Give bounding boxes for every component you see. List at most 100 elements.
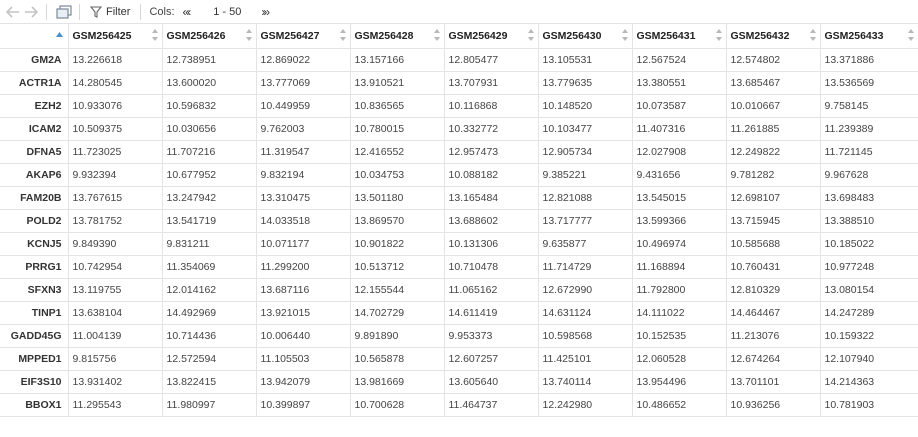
table-cell[interactable]: 10.006440 (256, 324, 351, 348)
table-cell[interactable]: 10.103477 (538, 117, 633, 141)
table-cell[interactable]: 10.513712 (350, 255, 445, 279)
table-cell[interactable]: 10.399897 (256, 393, 351, 417)
table-cell[interactable]: 12.574802 (726, 48, 821, 72)
table-cell[interactable]: 11.980997 (162, 393, 257, 417)
column-header[interactable]: GSM256430 (538, 24, 633, 49)
table-cell[interactable]: 9.758145 (820, 94, 918, 118)
table-cell[interactable]: 12.869022 (256, 48, 351, 72)
table-cell[interactable]: 13.310475 (256, 186, 351, 210)
filter-button[interactable]: Filter (86, 3, 134, 21)
table-cell[interactable]: 10.700628 (350, 393, 445, 417)
table-cell[interactable]: 10.901822 (350, 232, 445, 256)
column-header[interactable]: GSM256426 (162, 24, 257, 49)
column-header[interactable]: GSM256431 (632, 24, 727, 49)
sort-toggle-icon[interactable] (527, 29, 534, 41)
table-cell[interactable]: 10.148520 (538, 94, 633, 118)
table-cell[interactable]: 10.742954 (68, 255, 163, 279)
table-cell[interactable]: 13.600020 (162, 71, 257, 95)
table-cell[interactable]: 10.131306 (444, 232, 539, 256)
table-cell[interactable]: 9.815756 (68, 347, 163, 371)
table-cell[interactable]: 9.832194 (256, 163, 351, 187)
table-cell[interactable]: 11.299200 (256, 255, 351, 279)
table-cell[interactable]: 13.105531 (538, 48, 633, 72)
table-cell[interactable]: 10.010667 (726, 94, 821, 118)
table-cell[interactable]: 12.014162 (162, 278, 257, 302)
table-cell[interactable]: 10.071177 (256, 232, 351, 256)
table-cell[interactable]: 9.891890 (350, 324, 445, 348)
table-cell[interactable]: 12.810329 (726, 278, 821, 302)
forward-arrow-icon[interactable] (22, 3, 40, 21)
table-cell[interactable]: 13.536569 (820, 71, 918, 95)
column-header[interactable]: GSM256432 (726, 24, 821, 49)
table-cell[interactable]: 10.088182 (444, 163, 539, 187)
table-cell[interactable]: 11.295543 (68, 393, 163, 417)
table-cell[interactable]: 13.717777 (538, 209, 633, 233)
column-header[interactable]: GSM256425 (68, 24, 163, 49)
table-cell[interactable]: 13.080154 (820, 278, 918, 302)
table-cell[interactable]: 10.977248 (820, 255, 918, 279)
table-cell[interactable]: 13.157166 (350, 48, 445, 72)
table-cell[interactable]: 12.107940 (820, 347, 918, 371)
table-cell[interactable]: 11.213076 (726, 324, 821, 348)
table-cell[interactable]: 10.185022 (820, 232, 918, 256)
table-cell[interactable]: 11.792800 (632, 278, 727, 302)
table-cell[interactable]: 12.572594 (162, 347, 257, 371)
table-cell[interactable]: 10.116868 (444, 94, 539, 118)
column-header[interactable]: GSM256433 (820, 24, 918, 49)
cols-next-button[interactable]: ›» (259, 5, 270, 19)
table-cell[interactable]: 14.464467 (726, 301, 821, 325)
table-cell[interactable]: 13.605640 (444, 370, 539, 394)
table-cell[interactable]: 12.672990 (538, 278, 633, 302)
table-cell[interactable]: 12.738951 (162, 48, 257, 72)
table-cell[interactable]: 14.492969 (162, 301, 257, 325)
table-cell[interactable]: 13.931402 (68, 370, 163, 394)
table-cell[interactable]: 13.779635 (538, 71, 633, 95)
table-cell[interactable]: 10.780015 (350, 117, 445, 141)
table-cell[interactable]: 11.425101 (538, 347, 633, 371)
table-cell[interactable]: 12.060528 (632, 347, 727, 371)
table-cell[interactable]: 13.685467 (726, 71, 821, 95)
table-cell[interactable]: 13.869570 (350, 209, 445, 233)
sort-toggle-icon[interactable] (433, 29, 440, 41)
table-cell[interactable]: 9.953373 (444, 324, 539, 348)
table-cell[interactable]: 10.936256 (726, 393, 821, 417)
table-cell[interactable]: 13.767615 (68, 186, 163, 210)
sort-toggle-icon[interactable] (907, 29, 914, 41)
table-cell[interactable]: 14.702729 (350, 301, 445, 325)
table-cell[interactable]: 9.431656 (632, 163, 727, 187)
table-cell[interactable]: 14.247289 (820, 301, 918, 325)
table-cell[interactable]: 12.905734 (538, 140, 633, 164)
table-cell[interactable]: 10.596832 (162, 94, 257, 118)
row-names-header[interactable] (0, 24, 69, 49)
table-cell[interactable]: 10.933076 (68, 94, 163, 118)
table-cell[interactable]: 13.247942 (162, 186, 257, 210)
table-cell[interactable]: 11.407316 (632, 117, 727, 141)
table-cell[interactable]: 11.105503 (256, 347, 351, 371)
table-cell[interactable]: 11.721145 (820, 140, 918, 164)
table-cell[interactable]: 10.836565 (350, 94, 445, 118)
table-cell[interactable]: 13.388510 (820, 209, 918, 233)
table-cell[interactable]: 12.242980 (538, 393, 633, 417)
table-cell[interactable]: 13.777069 (256, 71, 351, 95)
table-cell[interactable]: 11.707216 (162, 140, 257, 164)
table-cell[interactable]: 9.932394 (68, 163, 163, 187)
table-cell[interactable]: 10.760431 (726, 255, 821, 279)
table-cell[interactable]: 11.065162 (444, 278, 539, 302)
table-cell[interactable]: 10.714436 (162, 324, 257, 348)
table-cell[interactable]: 10.565878 (350, 347, 445, 371)
table-cell[interactable]: 10.509375 (68, 117, 163, 141)
table-cell[interactable]: 13.781752 (68, 209, 163, 233)
sort-toggle-icon[interactable] (621, 29, 628, 41)
table-cell[interactable]: 13.688602 (444, 209, 539, 233)
cols-prev-button[interactable]: «‹ (181, 5, 192, 19)
table-cell[interactable]: 13.687116 (256, 278, 351, 302)
table-cell[interactable]: 14.280545 (68, 71, 163, 95)
table-cell[interactable]: 10.034753 (350, 163, 445, 187)
table-cell[interactable]: 10.449959 (256, 94, 351, 118)
sort-toggle-icon[interactable] (151, 29, 158, 41)
table-cell[interactable]: 11.723025 (68, 140, 163, 164)
table-cell[interactable]: 13.910521 (350, 71, 445, 95)
table-cell[interactable]: 14.611419 (444, 301, 539, 325)
table-cell[interactable]: 10.030656 (162, 117, 257, 141)
table-cell[interactable]: 13.501180 (350, 186, 445, 210)
